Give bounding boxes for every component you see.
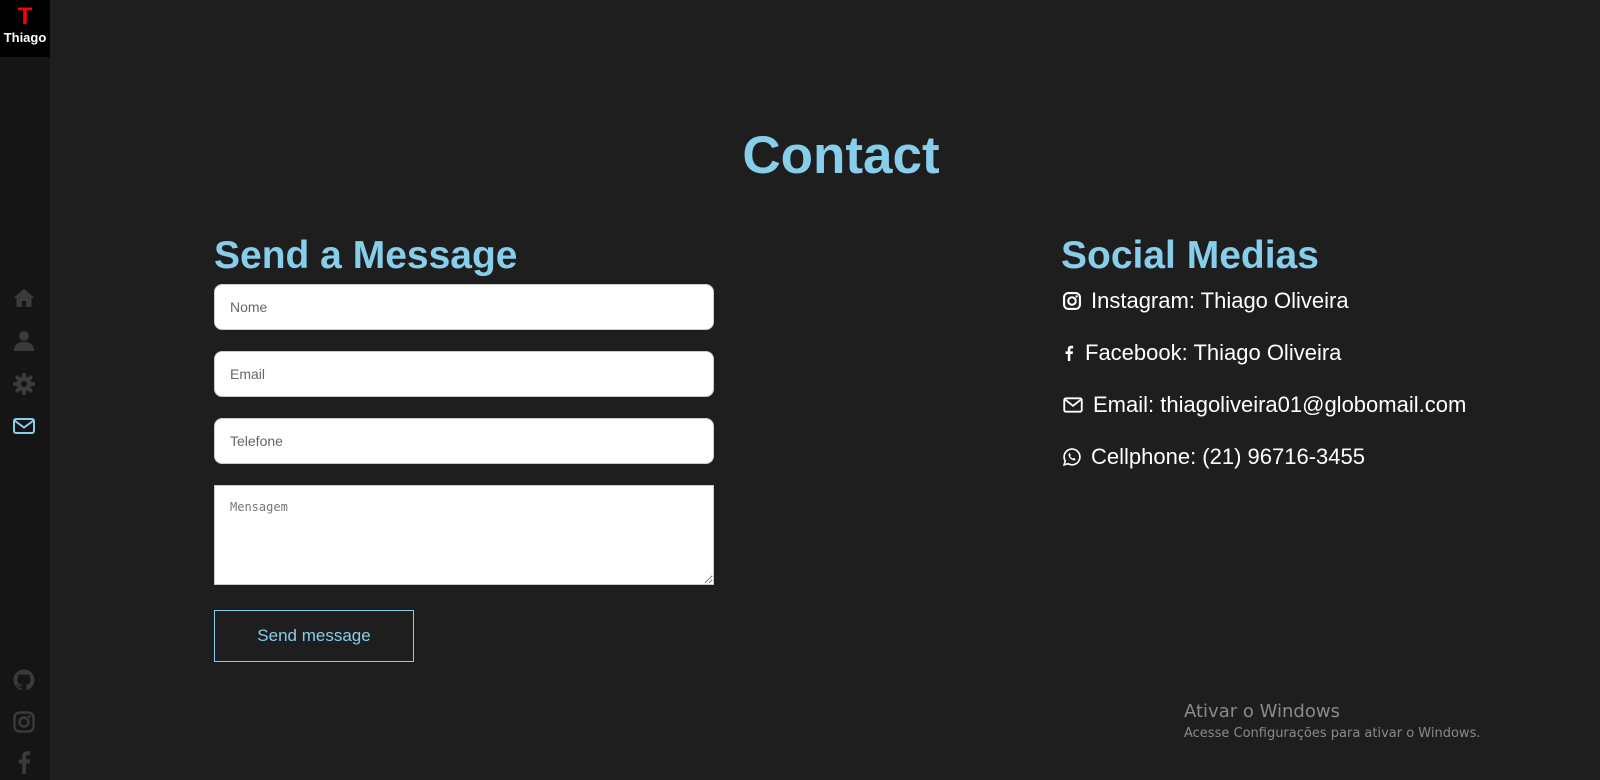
- logo[interactable]: T Thiago: [0, 0, 50, 57]
- facebook-icon: [1061, 342, 1077, 364]
- send-message-button[interactable]: Send message: [214, 610, 414, 662]
- main-content: Contact Send a Message Send message Soci…: [50, 0, 1600, 780]
- social-item-text: Email: thiagoliveira01@globomail.com: [1093, 392, 1467, 417]
- logo-letter: T: [17, 3, 33, 30]
- social-medias-title: Social Medias: [1061, 234, 1319, 277]
- nav-contact-icon[interactable]: [12, 414, 36, 438]
- sidebar-github-link[interactable]: [12, 668, 36, 692]
- instagram-icon: [1061, 290, 1083, 312]
- name-input[interactable]: [214, 284, 714, 330]
- logo-name: Thiago: [3, 30, 47, 45]
- page-title: Contact: [742, 126, 940, 185]
- social-item-text: Cellphone: (21) 96716-3455: [1091, 444, 1365, 469]
- social-item-email[interactable]: Email: thiagoliveira01@globomail.com: [1061, 391, 1466, 419]
- whatsapp-icon: [1061, 446, 1083, 468]
- social-item-text: Instagram: Thiago Oliveira: [1091, 288, 1349, 313]
- nav-home-icon[interactable]: [12, 286, 36, 310]
- social-item-instagram[interactable]: Instagram: Thiago Oliveira: [1061, 287, 1349, 315]
- phone-input[interactable]: [214, 418, 714, 464]
- watermark-subtitle: Acesse Configurações para ativar o Windo…: [1184, 726, 1481, 741]
- sidebar: T Thiago: [0, 0, 50, 780]
- social-item-text: Facebook: Thiago Oliveira: [1085, 340, 1342, 365]
- message-textarea[interactable]: [214, 485, 714, 585]
- envelope-icon: [13, 418, 35, 434]
- envelope-icon: [1061, 394, 1085, 416]
- home-icon: [13, 289, 35, 307]
- nav-skills-icon[interactable]: [12, 372, 36, 396]
- windows-activation-watermark: Ativar o Windows Acesse Configurações pa…: [1184, 700, 1480, 744]
- gear-icon: [13, 373, 35, 395]
- instagram-icon: [13, 711, 35, 733]
- sidebar-instagram-link[interactable]: [12, 710, 36, 734]
- facebook-icon: [18, 751, 31, 774]
- github-icon: [13, 669, 35, 691]
- sidebar-facebook-link[interactable]: [12, 750, 36, 774]
- nav-about-icon[interactable]: [12, 329, 36, 353]
- email-input[interactable]: [214, 351, 714, 397]
- user-icon: [14, 331, 34, 351]
- social-item-cellphone[interactable]: Cellphone: (21) 96716-3455: [1061, 443, 1365, 471]
- social-item-facebook[interactable]: Facebook: Thiago Oliveira: [1061, 339, 1341, 367]
- send-message-title: Send a Message: [214, 234, 518, 277]
- watermark-title: Ativar o Windows: [1184, 701, 1340, 722]
